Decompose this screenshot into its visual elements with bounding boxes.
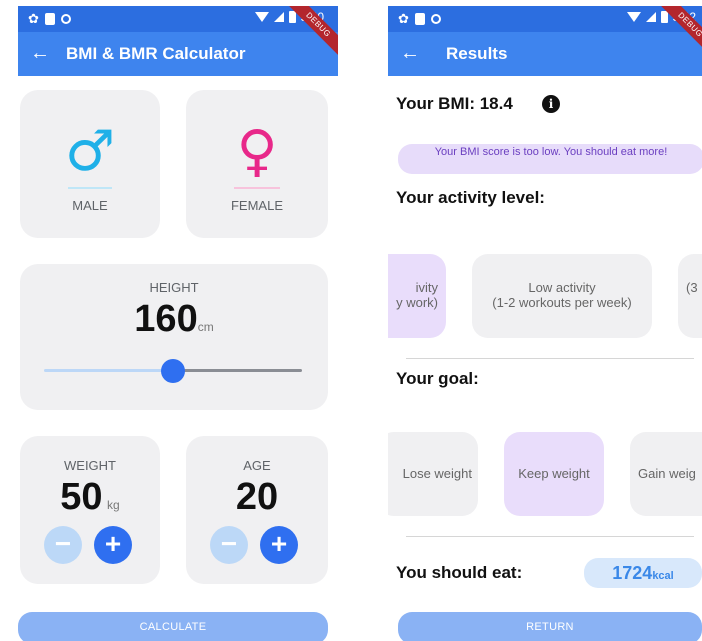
calculator-screen: ✿ 5:40 ← BMI & BMR Calculator DEBUG ♂ MA… xyxy=(18,6,338,641)
activity-option-line2: (1-2 workouts per week) xyxy=(492,295,632,310)
divider xyxy=(406,536,694,537)
weight-card: WEIGHT 50 kg − + xyxy=(20,436,160,584)
settings-status-icon: ✿ xyxy=(398,11,409,26)
status-icons-left: ✿ xyxy=(28,11,71,27)
activity-heading: Your activity level: xyxy=(396,188,545,207)
status-icons-left: ✿ xyxy=(398,11,441,27)
height-slider-inactive-track[interactable] xyxy=(173,369,302,372)
weight-label: WEIGHT xyxy=(64,458,116,473)
eat-label: You should eat: xyxy=(396,563,523,582)
female-card[interactable]: ♀ FEMALE xyxy=(186,90,328,238)
height-readout: 160cm xyxy=(20,298,328,341)
cell-signal-icon xyxy=(645,12,656,22)
female-underline xyxy=(234,187,280,189)
return-button[interactable]: RETURN xyxy=(398,612,702,641)
activity-option-line2: (3 xyxy=(686,280,698,295)
battery-icon xyxy=(660,11,668,23)
age-value: 20 xyxy=(235,476,279,518)
goal-option[interactable]: Keep weight xyxy=(504,432,604,516)
divider xyxy=(406,358,694,359)
bmi-heading: Your BMI: 18.4 xyxy=(396,94,513,113)
kcal-value: 1724 xyxy=(612,563,653,583)
notification-dot-icon xyxy=(430,14,441,24)
male-icon: ♂ xyxy=(64,119,116,184)
female-label: FEMALE xyxy=(230,198,283,213)
activity-option-line1: Low activity xyxy=(528,280,596,295)
settings-status-icon: ✿ xyxy=(28,11,39,26)
kcal-badge: 1724kcal xyxy=(584,558,702,588)
male-card[interactable]: ♂ MALE xyxy=(20,90,160,238)
height-label: HEIGHT xyxy=(149,280,199,295)
weight-value: 50 xyxy=(60,476,103,518)
activity-option-line2: y work) xyxy=(396,295,438,310)
status-bar: ✿ 5:40 xyxy=(18,6,338,32)
activity-option-line1: ivity xyxy=(415,280,438,295)
male-underline xyxy=(68,187,112,189)
height-value: 160 xyxy=(134,298,198,340)
weight-decrement-button[interactable]: − xyxy=(44,526,82,564)
weight-unit: kg xyxy=(107,498,120,512)
age-decrement-button[interactable]: − xyxy=(210,526,248,564)
sim-card-icon xyxy=(44,13,55,25)
goal-option[interactable]: Gain weig xyxy=(630,432,702,516)
bmi-message: Your BMI score is too low. You should ea… xyxy=(398,144,702,174)
back-arrow-icon[interactable]: ← xyxy=(30,42,50,64)
wifi-icon xyxy=(254,12,269,22)
results-screen: ✿ 5:42 ← Results DEBUG Your BMI: 18.4 i … xyxy=(388,6,702,641)
status-bar: ✿ 5:42 xyxy=(388,6,702,32)
app-bar: ← Results xyxy=(388,32,702,76)
height-unit: cm xyxy=(197,320,214,334)
height-card: HEIGHT 160cm xyxy=(20,264,328,410)
page-title: BMI & BMR Calculator xyxy=(66,44,246,63)
page-title: Results xyxy=(446,44,508,63)
age-readout: 20 xyxy=(186,476,328,519)
weight-increment-button[interactable]: + xyxy=(94,526,132,564)
activity-option[interactable]: Low activity (1-2 workouts per week) xyxy=(472,254,652,338)
activity-option[interactable]: (3 xyxy=(678,254,702,338)
height-slider-thumb[interactable] xyxy=(161,359,185,383)
age-increment-button[interactable]: + xyxy=(260,526,298,564)
sim-card-icon xyxy=(414,13,425,25)
male-label: MALE xyxy=(72,198,108,213)
goal-option[interactable]: Lose weight xyxy=(388,432,478,516)
weight-readout: 50 kg xyxy=(20,476,160,519)
female-icon: ♀ xyxy=(236,119,278,184)
activity-option[interactable]: ivity y work) xyxy=(388,254,446,338)
battery-icon xyxy=(288,11,296,23)
kcal-unit: kcal xyxy=(652,570,674,582)
age-label: AGE xyxy=(243,458,271,473)
cell-signal-icon xyxy=(273,12,284,22)
back-arrow-icon[interactable]: ← xyxy=(400,42,420,64)
notification-dot-icon xyxy=(60,14,71,24)
goal-heading: Your goal: xyxy=(396,369,479,388)
app-bar: ← BMI & BMR Calculator xyxy=(18,32,338,76)
info-icon[interactable]: i xyxy=(542,95,560,113)
height-slider-active-track[interactable] xyxy=(44,369,173,372)
wifi-icon xyxy=(626,12,641,22)
age-card: AGE 20 − + xyxy=(186,436,328,584)
calculate-button[interactable]: CALCULATE xyxy=(18,612,328,641)
